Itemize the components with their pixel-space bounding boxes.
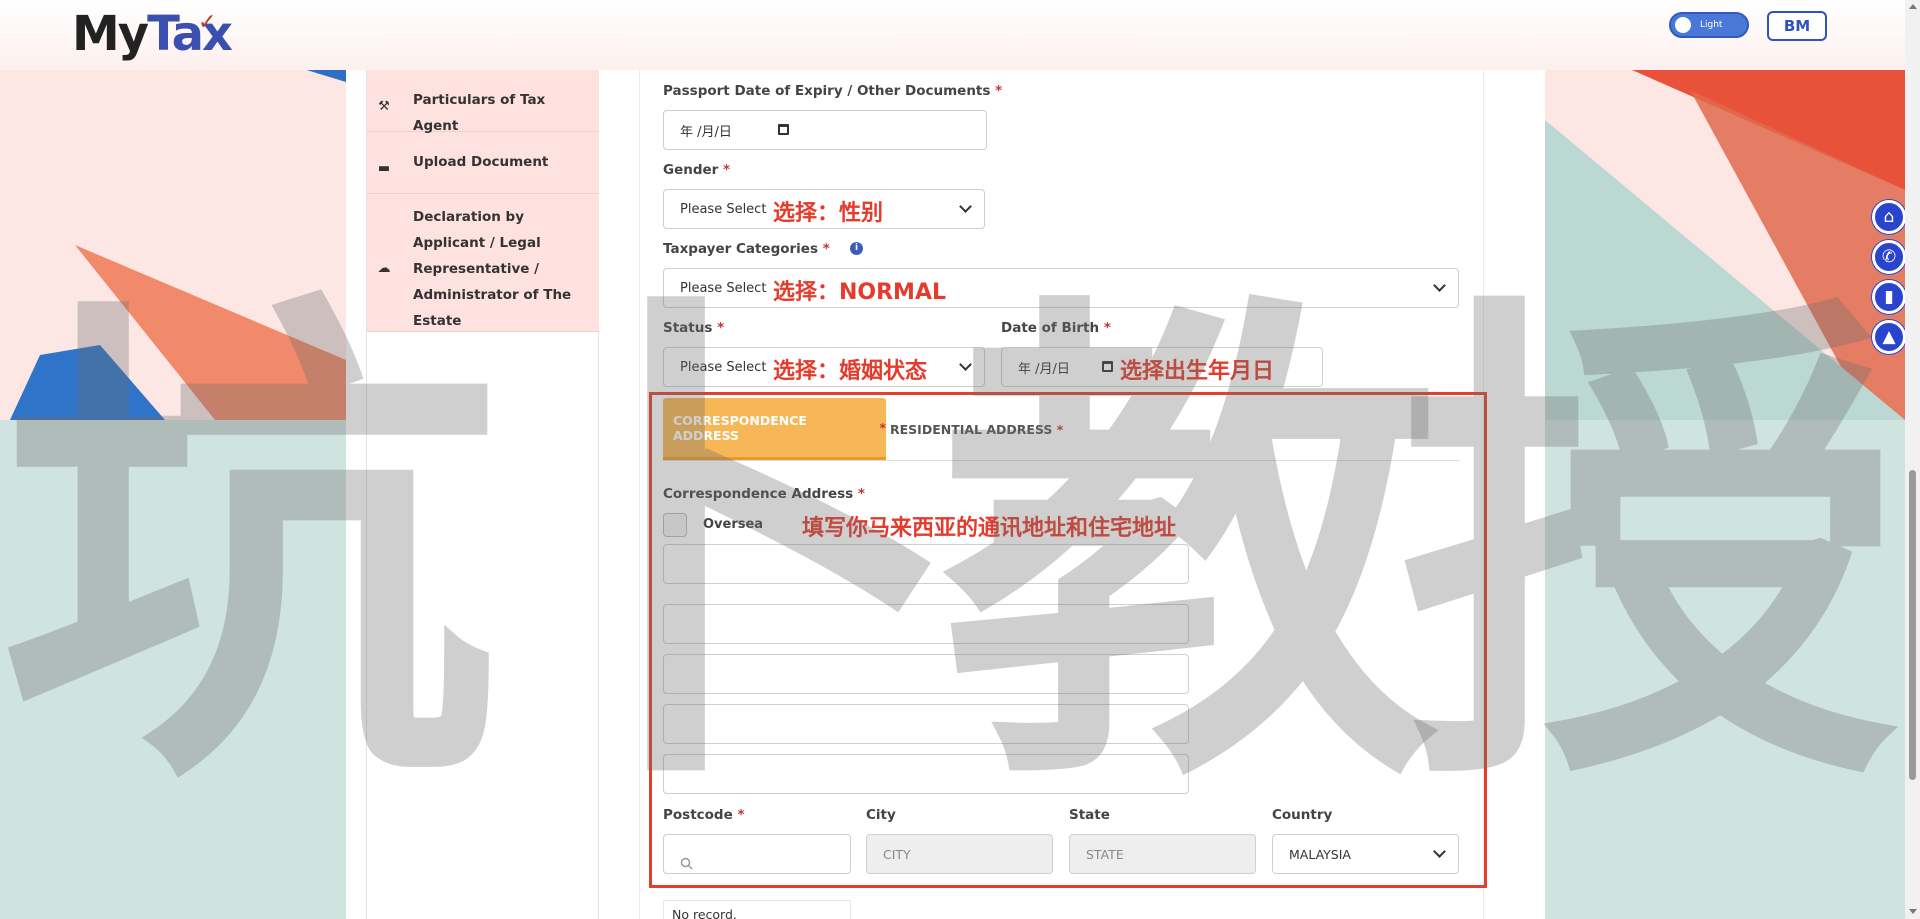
annotation-address: 填写你马来西亚的通讯地址和住宅地址 — [802, 516, 1177, 541]
search-icon — [680, 857, 693, 870]
scroll-down-icon[interactable] — [1909, 909, 1917, 914]
country-label: Country — [1272, 807, 1333, 823]
sidebar-item-label: Declaration by Applicant / Legal Represe… — [413, 209, 572, 329]
date-of-birth-label: Date of Birth * — [1001, 320, 1111, 336]
required-mark: * — [1056, 421, 1064, 437]
tab-correspondence-address[interactable]: CORRESPONDENCE ADDRESS * — [663, 398, 886, 460]
calendar-icon[interactable] — [778, 124, 789, 135]
required-mark: * — [857, 486, 865, 502]
address-line-3-input[interactable] — [663, 654, 1189, 694]
sidebar-item-upload-document[interactable]: ▬ Upload Document — [367, 132, 599, 194]
required-mark: * — [822, 241, 830, 257]
folder-icon: ▬ — [377, 161, 391, 176]
date-placeholder: 年 /月/日 — [1018, 361, 1070, 377]
sidebar: ⚒ Particulars of Tax Agent ▬ Upload Docu… — [366, 70, 599, 919]
oversea-checkbox[interactable] — [663, 513, 687, 537]
top-header: MyTax ✓ Light BM — [0, 0, 1905, 70]
tab-label: CORRESPONDENCE ADDRESS — [673, 412, 807, 443]
country-select[interactable]: MALAYSIA — [1272, 834, 1459, 874]
annotation-gender: 选择：性别 — [773, 201, 884, 226]
logo-check-icon: ✓ — [198, 10, 217, 35]
tab-label: RESIDENTIAL ADDRESS — [890, 421, 1053, 437]
sidebar-item-declaration[interactable]: ☁ Declaration by Applicant / Legal Repre… — [367, 194, 599, 332]
address-line-1-input[interactable] — [663, 544, 1189, 584]
required-mark: * — [723, 162, 731, 178]
status-label: Status * — [663, 320, 724, 336]
select-value: Please Select — [680, 201, 767, 217]
address-line-5-input[interactable] — [663, 754, 1189, 794]
postcode-label: Postcode * — [663, 807, 745, 823]
theme-toggle-label: Light — [1700, 20, 1723, 30]
chevron-down-icon — [959, 358, 972, 371]
tab-residential-address[interactable]: RESIDENTIAL ADDRESS * — [890, 398, 1070, 460]
gavel-icon: ⚒ — [378, 99, 390, 114]
label-text: Gender — [663, 162, 719, 178]
city-input[interactable]: CITY — [866, 834, 1053, 874]
passport-expiry-date-input[interactable]: 年 /月/日 — [663, 110, 987, 150]
postcode-no-record: No record. — [663, 900, 851, 919]
chevron-down-icon — [1433, 845, 1446, 858]
required-mark: * — [995, 83, 1003, 99]
graduation-cap-icon[interactable]: ▲ — [1872, 320, 1906, 354]
label-text: Postcode — [663, 807, 733, 823]
calendar-icon[interactable] — [1102, 361, 1113, 372]
chevron-down-icon — [1433, 279, 1446, 292]
city-label: City — [866, 807, 896, 823]
address-line-4-input[interactable] — [663, 704, 1189, 744]
megaphone-icon[interactable]: ✆ — [1872, 240, 1906, 274]
info-icon[interactable]: i — [850, 242, 863, 255]
required-mark: * — [737, 807, 745, 823]
taxpayer-categories-label: Taxpayer Categories * — [663, 241, 830, 257]
required-mark: * — [879, 420, 886, 435]
language-button[interactable]: BM — [1767, 11, 1827, 41]
select-value: Please Select — [680, 280, 767, 296]
correspondence-address-label: Correspondence Address * — [663, 486, 865, 502]
cloud-upload-icon: ☁ — [377, 261, 391, 276]
gender-label: Gender * — [663, 162, 730, 178]
oversea-label: Oversea — [703, 517, 764, 532]
sidebar-item-label: Upload Document — [413, 154, 549, 170]
chevron-down-icon — [959, 200, 972, 213]
select-value: Please Select — [680, 359, 767, 375]
scroll-thumb[interactable] — [1909, 470, 1916, 780]
logo-text-tax: Tax — [147, 6, 233, 62]
sidebar-item-tax-agent[interactable]: ⚒ Particulars of Tax Agent — [367, 70, 599, 134]
state-input[interactable]: STATE — [1069, 834, 1256, 874]
annotation-taxpayer: 选择：NORMAL — [773, 280, 946, 305]
state-label: State — [1069, 807, 1110, 823]
book-icon[interactable]: ▮ — [1872, 280, 1906, 314]
toggle-knob — [1675, 17, 1691, 33]
theme-toggle[interactable]: Light — [1669, 12, 1749, 38]
annotation-dob: 选择出生年月日 — [1120, 359, 1275, 384]
address-line-2-input[interactable] — [663, 604, 1189, 644]
label-text: Status — [663, 320, 713, 336]
home-icon[interactable]: ⌂ — [1872, 200, 1906, 234]
tab-divider — [663, 460, 1460, 461]
label-text: Correspondence Address — [663, 486, 854, 502]
passport-expiry-label: Passport Date of Expiry / Other Document… — [663, 83, 1002, 99]
label-text: Passport Date of Expiry / Other Document… — [663, 83, 991, 99]
page-scrollbar[interactable] — [1905, 0, 1920, 919]
label-text: Taxpayer Categories — [663, 241, 818, 257]
required-mark: * — [1103, 320, 1111, 336]
select-value: MALAYSIA — [1289, 846, 1351, 862]
postcode-search-input[interactable] — [663, 834, 851, 874]
scroll-up-icon[interactable] — [1909, 4, 1917, 9]
label-text: Date of Birth — [1001, 320, 1100, 336]
annotation-status: 选择：婚姻状态 — [773, 359, 928, 384]
date-placeholder: 年 /月/日 — [680, 124, 732, 140]
required-mark: * — [717, 320, 725, 336]
logo-text-my: My — [72, 6, 149, 62]
